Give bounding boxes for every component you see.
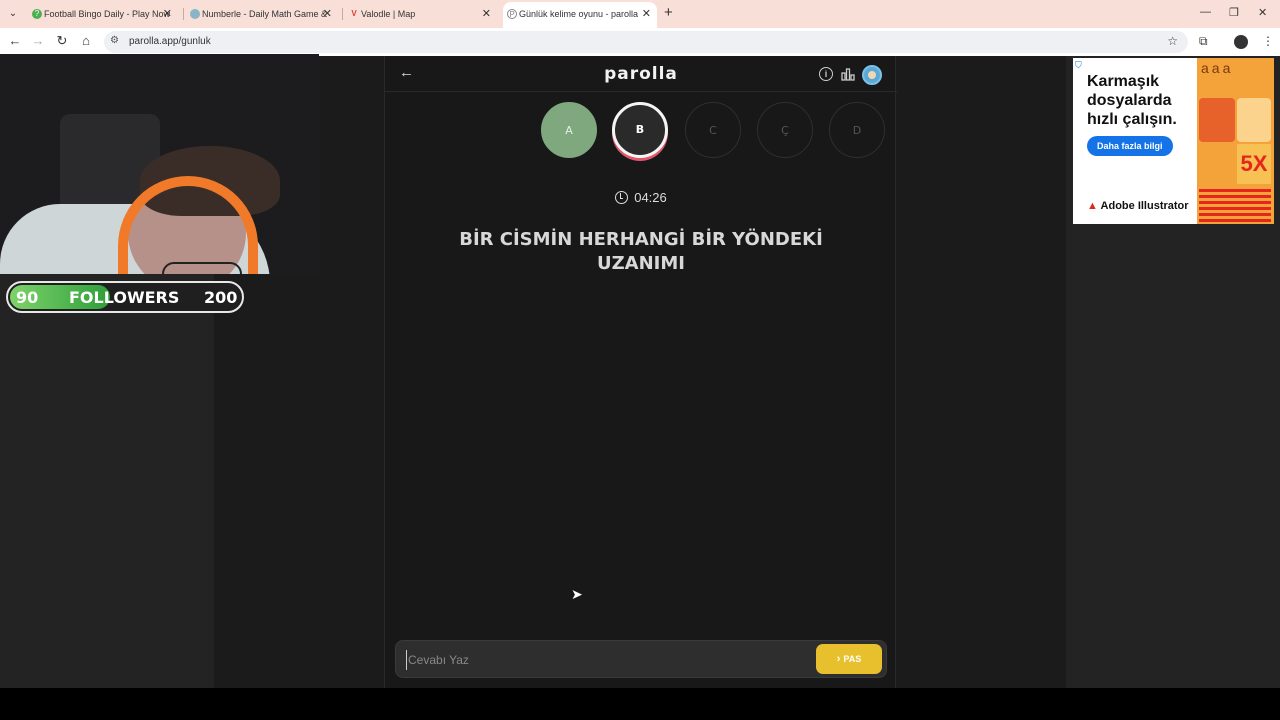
close-icon[interactable]: ✕ xyxy=(323,2,332,26)
answer-bar: ›PAS xyxy=(395,640,887,678)
url-text[interactable]: parolla.app/gunluk xyxy=(129,36,211,47)
ad-choices-icon[interactable]: ⛉ xyxy=(1075,60,1082,71)
ad-art-file-icon xyxy=(1237,98,1271,142)
address-toolbar: ← → ↻ ⌂ ⚙ parolla.app/gunluk ☆ ⧉ ⋮ xyxy=(0,28,1280,56)
glasses-icon xyxy=(162,262,242,274)
chevron-right-icon: › xyxy=(836,653,841,665)
new-tab-icon[interactable]: + xyxy=(664,4,673,21)
ad-headline: Karmaşık dosyalarda hızlı çalışın. xyxy=(1087,73,1177,128)
pass-button[interactable]: › PAS xyxy=(816,644,882,674)
profile-avatar-icon[interactable] xyxy=(1234,35,1248,49)
tab-title: Football Bingo Daily - Play Now xyxy=(44,9,171,19)
app-header: ← parolla i xyxy=(385,56,897,92)
tab-title: Günlük kelime oyunu - parolla xyxy=(519,9,639,19)
letter-a: A xyxy=(541,102,597,158)
browser-menu-icon[interactable]: ⋮ xyxy=(1262,34,1274,48)
close-icon[interactable]: ✕ xyxy=(642,2,651,26)
followers-current: 90 xyxy=(16,288,39,307)
tab-title: Valodle | Map xyxy=(361,9,416,19)
followers-goal-bar: 90 FOLLOWERS 200 xyxy=(6,281,244,313)
forward-icon[interactable]: → xyxy=(29,33,47,48)
ad-artwork: aaa 5X xyxy=(1197,58,1274,224)
tab-strip: ⌄ ? Football Bingo Daily - Play Now ✕ Nu… xyxy=(0,0,1280,28)
clock-icon xyxy=(615,191,629,204)
tab-title: Numberle - Daily Math Game & xyxy=(202,9,328,19)
mouse-cursor-icon: ➤ xyxy=(571,586,583,602)
countdown-timer: 04:26 xyxy=(385,190,897,205)
adobe-logo-icon: ▲ xyxy=(1087,200,1098,212)
info-icon[interactable]: i xyxy=(819,67,833,81)
tab-valodle[interactable]: V Valodle | Map ✕ xyxy=(345,2,497,28)
tab-numberle[interactable]: Numberle - Daily Math Game & ✕ xyxy=(186,2,338,28)
restore-icon[interactable]: ❐ xyxy=(1229,6,1239,19)
ad-art-letters: aaa xyxy=(1201,60,1234,76)
user-avatar-icon[interactable] xyxy=(862,65,882,85)
game-panel: ← parolla i A B C Ç D 04:26 BİR CİSMİN H… xyxy=(384,56,897,688)
letter-c: C xyxy=(685,102,741,158)
ad-art-spiral xyxy=(1199,98,1235,142)
stats-icon[interactable] xyxy=(841,67,855,81)
window-close-icon[interactable]: ✕ xyxy=(1258,6,1267,19)
ad-brand-label: Adobe Illustrator xyxy=(1100,200,1189,212)
question-text: BİR CİSMİN HERHANGİ BİR YÖNDEKİ UZANIMI xyxy=(459,229,823,274)
bottom-letterbox xyxy=(0,688,1280,720)
ad-art-5x: 5X xyxy=(1237,144,1271,184)
answer-input[interactable] xyxy=(406,650,796,670)
tab-search-icon[interactable]: ⌄ xyxy=(4,5,22,23)
numberle-favicon-icon xyxy=(190,9,200,19)
letter-b: B xyxy=(612,102,668,158)
tab-parolla[interactable]: P Günlük kelime oyunu - parolla ✕ xyxy=(503,2,657,28)
url-bar[interactable]: ⚙ parolla.app/gunluk ☆ xyxy=(104,31,1188,53)
close-icon[interactable]: ✕ xyxy=(482,2,491,26)
followers-goal: 200 xyxy=(204,288,238,307)
site-info-icon[interactable]: ⚙ xyxy=(110,35,119,46)
minimize-icon[interactable]: — xyxy=(1200,6,1211,18)
ad-art-stripes xyxy=(1199,186,1271,222)
advertisement[interactable]: ⛉ Karmaşık dosyalarda hızlı çalışın. Dah… xyxy=(1073,58,1274,224)
home-icon[interactable]: ⌂ xyxy=(77,33,95,48)
close-icon[interactable]: ✕ xyxy=(163,2,172,26)
tab-divider xyxy=(183,8,184,20)
letter-d: D xyxy=(829,102,885,158)
followers-label: FOLLOWERS xyxy=(69,288,180,307)
bookmark-star-icon[interactable]: ☆ xyxy=(1167,34,1178,48)
extensions-icon[interactable]: ⧉ xyxy=(1199,34,1208,49)
reload-icon[interactable]: ↻ xyxy=(53,33,71,49)
letter-c-cedilla: Ç xyxy=(757,102,813,158)
valodle-favicon-icon: V xyxy=(351,9,357,18)
back-icon[interactable]: ← xyxy=(6,33,24,48)
webcam-feed xyxy=(0,54,319,274)
football-favicon-icon: ? xyxy=(32,9,42,19)
parolla-favicon-icon: P xyxy=(507,9,517,19)
tab-divider xyxy=(342,8,343,20)
timer-value: 04:26 xyxy=(634,190,667,205)
tab-football-bingo[interactable]: ? Football Bingo Daily - Play Now ✕ xyxy=(28,2,178,28)
ad-brand: ▲ Adobe Illustrator xyxy=(1087,200,1189,212)
ad-learn-more-button[interactable]: Daha fazla bilgi xyxy=(1087,136,1173,156)
pass-label: PAS xyxy=(843,654,862,664)
